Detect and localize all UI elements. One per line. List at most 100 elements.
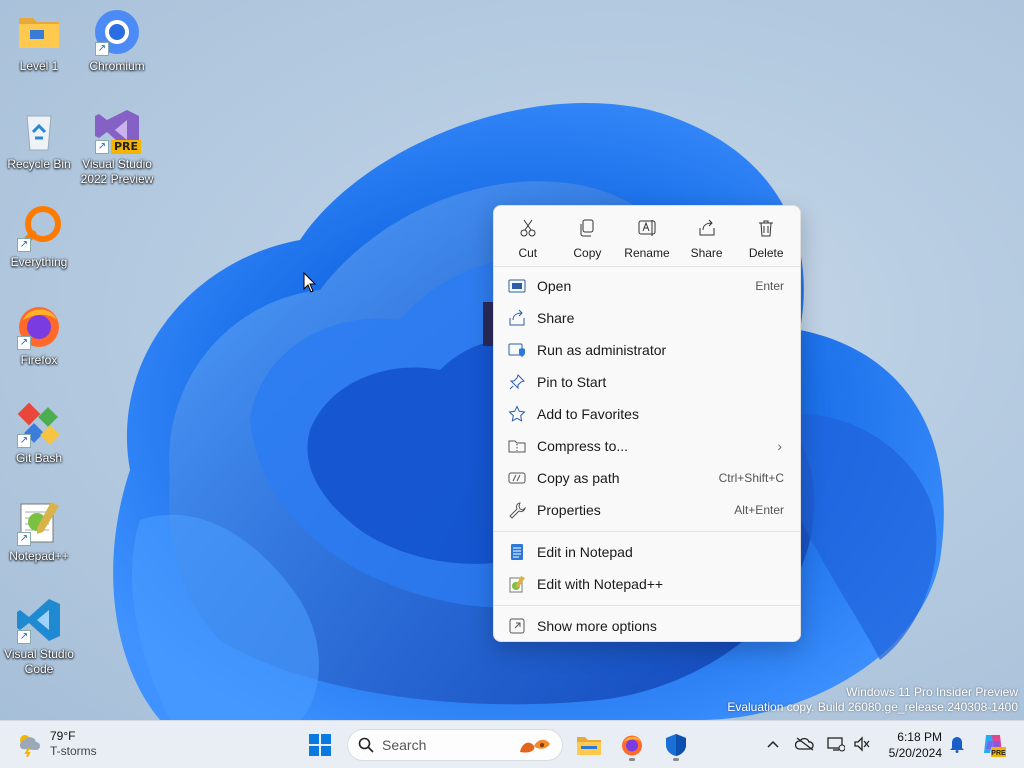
shield-icon bbox=[508, 343, 525, 357]
copy-button[interactable]: Copy bbox=[558, 216, 618, 266]
clock[interactable]: 6:18 PM 5/20/2024 bbox=[880, 729, 942, 761]
menu-item-share[interactable]: Share bbox=[494, 302, 800, 334]
start-button[interactable] bbox=[302, 727, 338, 763]
desktop-icon-level-1[interactable]: Level 1 bbox=[0, 8, 78, 74]
shortcut-arrow-icon: ↗ bbox=[17, 532, 31, 546]
share-button[interactable]: Share bbox=[677, 216, 737, 266]
rename-button[interactable]: Rename bbox=[617, 216, 677, 266]
weather-condition: T-storms bbox=[50, 744, 97, 758]
desktop-icon-label: Everything bbox=[10, 255, 68, 269]
more-options-icon bbox=[509, 618, 525, 634]
notepadpp-icon: ↗ bbox=[15, 498, 63, 546]
shortcut-arrow-icon: ↗ bbox=[17, 434, 31, 448]
wrench-icon bbox=[509, 502, 526, 519]
quick-action-bar: Cut Copy Rename Share Delete bbox=[494, 206, 800, 266]
shortcut-arrow-icon: ↗ bbox=[17, 336, 31, 350]
file-explorer-icon bbox=[577, 737, 601, 755]
desktop-icon-recycle-bin[interactable]: Recycle Bin bbox=[0, 106, 78, 172]
speaker-muted-icon bbox=[854, 736, 870, 752]
taskbar-windows-security[interactable] bbox=[658, 727, 694, 763]
chromium-icon: ↗ bbox=[93, 8, 141, 56]
watermark-line-1: Windows 11 Pro Insider Preview bbox=[846, 685, 1018, 699]
desktop-icon-visual-studio[interactable]: PRE ↗ Visual Studio 2022 Preview bbox=[78, 106, 156, 187]
network-tray[interactable] bbox=[825, 733, 847, 755]
recycle-bin-icon bbox=[15, 106, 63, 154]
clock-time: 6:18 PM bbox=[897, 730, 942, 744]
menu-item-copy-as-path[interactable]: Copy as path Ctrl+Shift+C bbox=[494, 462, 800, 494]
copy-icon bbox=[580, 219, 594, 237]
taskbar: 79°F T-storms Search 6:18 PM 5/20/2024 P… bbox=[0, 720, 1024, 768]
watermark-line-2: Evaluation copy. Build 26080.ge_release.… bbox=[727, 700, 1018, 714]
menu-item-label: Add to Favorites bbox=[537, 406, 639, 422]
notepadpp-icon bbox=[509, 576, 525, 593]
notifications-button[interactable] bbox=[946, 733, 968, 755]
search-placeholder: Search bbox=[382, 737, 427, 753]
delete-button[interactable]: Delete bbox=[736, 216, 796, 266]
desktop-icon-label: Git Bash bbox=[15, 451, 63, 465]
desktop-icon-label: Notepad++ bbox=[9, 549, 69, 563]
desktop-icon-everything[interactable]: ↗ Everything bbox=[0, 204, 78, 270]
menu-item-label: Share bbox=[537, 310, 575, 326]
menu-item-run-as-administrator[interactable]: Run as administrator bbox=[494, 334, 800, 366]
desktop-icon-label: Visual Studio 2022 Preview bbox=[80, 157, 154, 186]
windows-watermark: Windows 11 Pro Insider Preview Evaluatio… bbox=[727, 685, 1018, 715]
firefox-icon bbox=[622, 735, 642, 756]
desktop-icon-label: Level 1 bbox=[19, 59, 59, 73]
shortcut-arrow-icon: ↗ bbox=[17, 630, 31, 644]
firefox-icon: ↗ bbox=[15, 302, 63, 350]
weather-widget[interactable]: 79°F T-storms bbox=[16, 729, 97, 759]
desktop-icon-firefox[interactable]: ↗ Firefox bbox=[0, 302, 78, 368]
menu-item-shortcut: Ctrl+Shift+C bbox=[718, 471, 784, 485]
menu-item-shortcut: Alt+Enter bbox=[734, 503, 784, 517]
menu-item-label: Show more options bbox=[537, 618, 657, 634]
menu-item-label: Run as administrator bbox=[537, 342, 667, 358]
menu-item-properties[interactable]: Properties Alt+Enter bbox=[494, 494, 800, 526]
delete-label: Delete bbox=[748, 246, 784, 260]
taskbar-file-explorer[interactable] bbox=[571, 727, 607, 763]
bell-icon bbox=[950, 737, 964, 753]
menu-item-open[interactable]: Open Enter bbox=[494, 270, 800, 302]
pin-icon bbox=[509, 374, 525, 390]
desktop-icon-chromium[interactable]: ↗ Chromium bbox=[78, 8, 156, 74]
cut-button[interactable]: Cut bbox=[498, 216, 558, 266]
menu-item-pin-to-start[interactable]: Pin to Start bbox=[494, 366, 800, 398]
desktop-icon-label: Chromium bbox=[89, 59, 145, 73]
notepad-icon bbox=[511, 544, 523, 560]
menu-item-shortcut: Enter bbox=[755, 279, 784, 293]
desktop-icon-vscode[interactable]: ↗ Visual Studio Code bbox=[0, 596, 78, 677]
network-monitor-icon bbox=[827, 737, 845, 752]
taskbar-search-box[interactable]: Search bbox=[347, 729, 563, 761]
menu-item-label: Open bbox=[537, 278, 572, 294]
shortcut-arrow-icon: ↗ bbox=[17, 238, 31, 252]
menu-item-compress-to[interactable]: Compress to... › bbox=[494, 430, 800, 462]
menu-item-show-more-options[interactable]: Show more options bbox=[494, 610, 800, 642]
search-highlight-icon bbox=[520, 739, 550, 753]
share-icon bbox=[509, 309, 525, 326]
menu-item-add-to-favorites[interactable]: Add to Favorites bbox=[494, 398, 800, 430]
running-indicator bbox=[629, 758, 635, 761]
open-window-icon bbox=[508, 279, 526, 293]
show-hidden-icons-button[interactable] bbox=[762, 733, 784, 755]
menu-item-edit-in-notepad[interactable]: Edit in Notepad bbox=[494, 536, 800, 568]
windows-logo-icon bbox=[309, 734, 331, 756]
onedrive-tray[interactable] bbox=[794, 733, 816, 755]
search-icon bbox=[358, 737, 374, 753]
desktop-icon-notepadpp[interactable]: ↗ Notepad++ bbox=[0, 498, 78, 564]
path-icon bbox=[508, 472, 526, 484]
vscode-icon: ↗ bbox=[15, 596, 63, 644]
desktop-icon-label: Recycle Bin bbox=[7, 157, 71, 171]
menu-item-edit-with-notepadpp[interactable]: Edit with Notepad++ bbox=[494, 568, 800, 600]
windows-security-shield-icon bbox=[666, 734, 686, 756]
running-indicator bbox=[673, 758, 679, 761]
star-icon bbox=[508, 405, 526, 422]
svg-text:PRE: PRE bbox=[991, 750, 1006, 757]
desktop-icon-git-bash[interactable]: ↗ Git Bash bbox=[0, 400, 78, 466]
submenu-chevron-icon: › bbox=[777, 438, 782, 454]
volume-tray[interactable] bbox=[851, 733, 873, 755]
copilot-button[interactable]: PRE bbox=[980, 731, 1006, 757]
menu-item-label: Properties bbox=[537, 502, 601, 518]
menu-item-label: Copy as path bbox=[537, 470, 620, 486]
taskbar-firefox[interactable] bbox=[614, 727, 650, 763]
git-bash-icon: ↗ bbox=[15, 400, 63, 448]
thunderstorm-icon bbox=[20, 735, 40, 757]
